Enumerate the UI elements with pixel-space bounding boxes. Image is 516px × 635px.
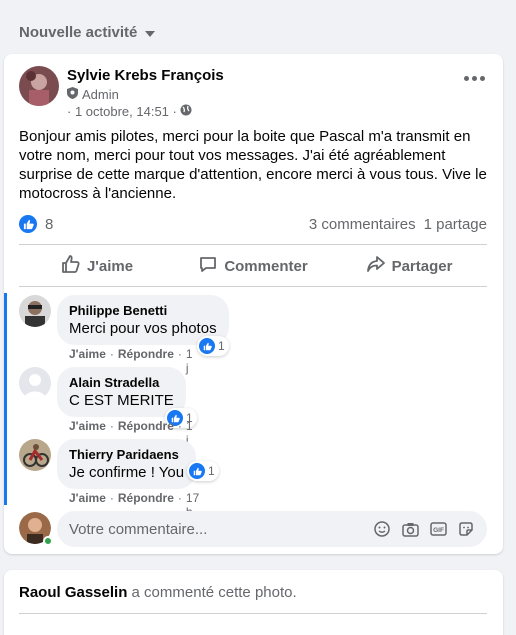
comment-reactions[interactable]: 1 — [197, 336, 229, 356]
next-post-card: Raoul Gasselin a commenté cette photo. — [4, 570, 503, 635]
more-icon[interactable] — [464, 76, 485, 81]
like-icon — [189, 463, 205, 479]
post-actions: J'aime Commenter Partager — [19, 250, 487, 282]
comment-button[interactable]: Commenter — [175, 250, 331, 282]
avatar[interactable] — [19, 439, 51, 471]
reactions-row: 8 3 commentaires 1 partage — [19, 214, 487, 234]
like-icon — [199, 338, 215, 354]
comment-input[interactable] — [69, 520, 373, 538]
comment-author[interactable]: Thierry Paridaens — [69, 447, 184, 462]
caret-down-icon — [145, 30, 156, 37]
comment-bubble: Alain Stradella C EST MERITE — [57, 367, 186, 417]
online-status-dot — [43, 536, 53, 546]
like-label: J'aime — [86, 257, 134, 275]
gif-icon[interactable]: GIF — [429, 520, 447, 538]
globe-icon — [180, 104, 192, 119]
share-label: Partager — [391, 257, 453, 275]
next-post-author[interactable]: Raoul Gasselin — [19, 584, 127, 601]
like-icon[interactable] — [19, 215, 37, 233]
author-name[interactable]: Sylvie Krebs François — [67, 67, 224, 84]
comment-icon — [198, 254, 218, 278]
comment-reaction-count: 1 — [218, 339, 225, 353]
post-meta: · 1 octobre, 14:51 · — [67, 104, 192, 119]
author-role: Admin — [67, 87, 119, 102]
emoji-icon[interactable] — [373, 520, 391, 538]
svg-text:GIF: GIF — [433, 527, 444, 534]
comment-author[interactable]: Alain Stradella — [69, 375, 174, 390]
comments-count[interactable]: 3 commentaires — [309, 216, 416, 233]
share-button[interactable]: Partager — [331, 250, 487, 282]
comment-composer[interactable]: GIF — [57, 511, 487, 547]
current-user-avatar[interactable] — [19, 512, 53, 546]
post-card: Sylvie Krebs François Admin · 1 octobre,… — [4, 54, 503, 554]
composer-tools: GIF — [373, 520, 475, 538]
avatar[interactable] — [19, 295, 51, 327]
thumbs-up-icon — [61, 254, 81, 278]
sort-label: Nouvelle activité — [19, 24, 138, 41]
comment-text: Je confirme ! You — [69, 464, 185, 481]
comment-reaction-count: 1 — [208, 464, 215, 478]
post-date[interactable]: · 1 octobre, 14:51 · — [67, 104, 177, 119]
divider — [19, 613, 487, 614]
next-post-header: Raoul Gasselin a commenté cette photo. — [19, 584, 297, 601]
comment-reactions[interactable]: 1 — [187, 461, 219, 481]
share-icon — [366, 254, 386, 278]
comment-time[interactable]: 1 j — [186, 347, 193, 375]
divider — [19, 286, 487, 287]
like-button[interactable]: J'aime — [19, 250, 175, 282]
comment-bubble: Thierry Paridaens Je confirme ! You — [57, 439, 197, 489]
avatar[interactable] — [19, 367, 51, 399]
comment-text: Merci pour vos photos — [69, 320, 217, 337]
admin-shield-icon — [67, 87, 78, 102]
role-label: Admin — [82, 87, 119, 102]
shares-count[interactable]: 1 partage — [424, 216, 487, 233]
comment-author[interactable]: Philippe Benetti — [69, 303, 217, 318]
comment-label: Commenter — [224, 257, 308, 275]
author-avatar[interactable] — [19, 66, 59, 106]
post-stats: 3 commentaires 1 partage — [309, 216, 487, 233]
comment-thread-line — [4, 293, 7, 505]
next-post-action: a commenté cette photo. — [131, 584, 297, 601]
camera-icon[interactable] — [401, 520, 419, 538]
sticker-icon[interactable] — [457, 520, 475, 538]
sort-dropdown[interactable]: Nouvelle activité — [19, 24, 156, 41]
reaction-count[interactable]: 8 — [45, 216, 53, 233]
post-text: Bonjour amis pilotes, merci pour la boit… — [19, 128, 487, 202]
comment-text: C EST MERITE — [69, 392, 174, 409]
divider — [19, 244, 487, 245]
